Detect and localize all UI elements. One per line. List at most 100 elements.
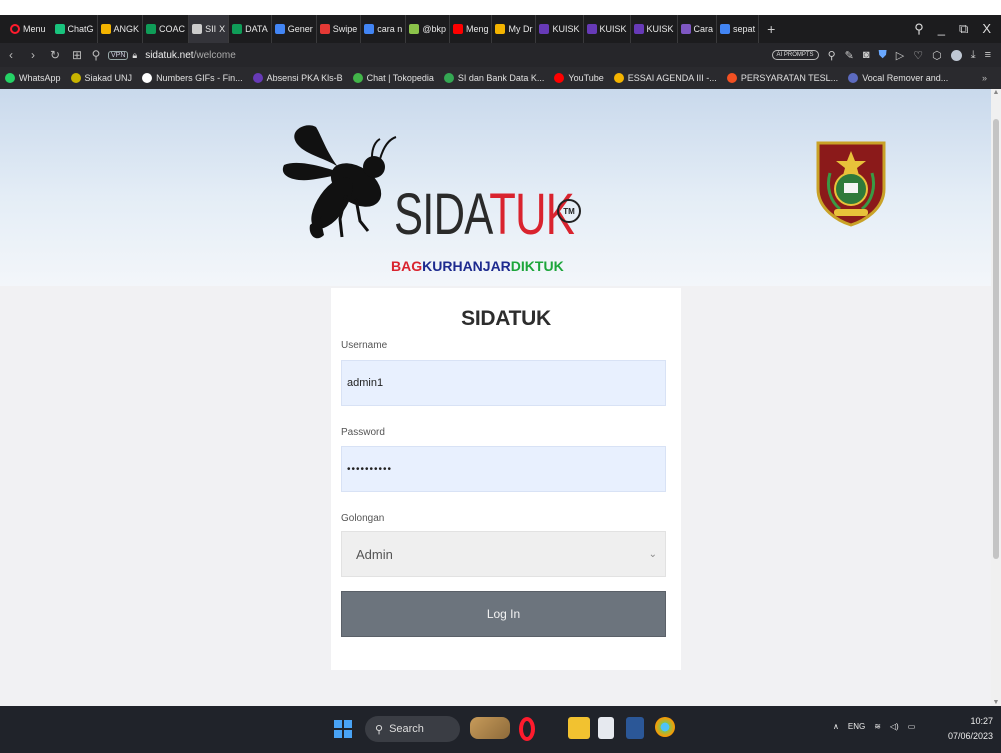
language-indicator[interactable]: ENG	[848, 722, 865, 731]
cube-icon[interactable]: ⬡	[932, 49, 942, 62]
wifi-icon[interactable]: ≋	[874, 722, 881, 731]
browser-tab[interactable]: KUISK	[584, 15, 631, 43]
ai-prompts-button[interactable]: AI PROMPTS	[771, 50, 819, 60]
tab-favicon-icon	[232, 24, 243, 34]
app-icon[interactable]	[655, 717, 675, 737]
bookmark-favicon-icon	[613, 73, 624, 83]
search-tabs-icon[interactable]: ⚲	[914, 21, 924, 37]
opera-menu-button[interactable]: Menu	[0, 15, 52, 43]
browser-tab[interactable]: ANGK	[98, 15, 144, 43]
close-tab-icon[interactable]: X	[219, 24, 225, 34]
browser-tab[interactable]: Swipe	[317, 15, 362, 43]
widgets-icon[interactable]	[470, 717, 510, 739]
tab-label: My Dr	[508, 24, 533, 34]
battery-icon[interactable]: ▭	[908, 722, 916, 731]
notepad-icon[interactable]	[598, 717, 614, 739]
username-input[interactable]: admin1	[341, 360, 666, 406]
url-host: sidatuk.net	[145, 49, 194, 61]
bookmark-item[interactable]: SI dan Bank Data K...	[439, 73, 550, 83]
browser-tab[interactable]: Meng	[450, 15, 493, 43]
tab-favicon-icon	[680, 24, 691, 34]
scroll-up-arrow-icon[interactable]: ▲	[991, 89, 1001, 96]
new-tab-button[interactable]: +	[759, 21, 783, 37]
restore-button[interactable]: ⧉	[959, 21, 968, 37]
tab-label: cara n	[377, 24, 403, 34]
tab-favicon-icon	[495, 24, 506, 34]
bookmark-label: WhatsApp	[19, 73, 61, 83]
play-icon[interactable]: ▷	[896, 49, 904, 62]
bookmark-item[interactable]: WhatsApp	[0, 73, 66, 83]
browser-tab[interactable]: COAC	[143, 15, 190, 43]
page-scrollbar[interactable]: ▲ ▼	[991, 89, 1001, 706]
tab-label: COAC	[159, 24, 186, 34]
bookmark-item[interactable]: Siakad UNJ	[66, 73, 138, 83]
browser-tab[interactable]: ChatG	[52, 15, 98, 43]
bookmark-list: WhatsApp Siakad UNJ Numbers GIFs - Fin... A…	[0, 73, 953, 83]
browser-tab[interactable]: SII X	[189, 15, 230, 43]
bookmark-favicon-icon	[726, 73, 737, 83]
tabs-grid-icon[interactable]: ⊞	[66, 48, 88, 62]
minimize-button[interactable]: _	[938, 21, 945, 37]
bookmark-favicon-icon	[142, 73, 153, 83]
taskbar-search[interactable]: ⚲ Search	[365, 716, 460, 742]
browser-tab[interactable]: @bkp	[406, 15, 450, 43]
browser-tab[interactable]: KUISK	[631, 15, 678, 43]
search-icon[interactable]: ⚲	[88, 48, 104, 62]
search-page-icon[interactable]: ⚲	[828, 49, 836, 62]
close-window-button[interactable]: X	[982, 21, 991, 37]
bookmark-label: Chat | Tokopedia	[366, 73, 434, 83]
bookmark-item[interactable]: Absensi PKA Kls-B	[248, 73, 348, 83]
download-icon[interactable]: ⤓	[971, 49, 976, 62]
address-actions: AI PROMPTS ⚲ ✎ ◙ ⛊ ▷ ♡ ⬡ ⤓ ≡	[771, 49, 1001, 62]
password-input[interactable]: ••••••••••	[341, 446, 666, 492]
windows-taskbar: ⚲ Search ∧ ENG ≋ ◁) ▭ 10:27 07/06/2023	[0, 706, 1001, 753]
bookmarks-more-button[interactable]: »	[982, 73, 1001, 83]
login-button[interactable]: Log In	[341, 591, 666, 637]
volume-icon[interactable]: ◁)	[890, 722, 899, 731]
word-icon[interactable]	[626, 717, 644, 739]
browser-tab[interactable]: My Dr	[492, 15, 537, 43]
windows-start-icon[interactable]	[334, 720, 352, 738]
edit-icon[interactable]: ✎	[845, 49, 854, 62]
shield-icon[interactable]: ⛊	[879, 49, 887, 62]
reload-icon[interactable]: ↻	[44, 48, 66, 62]
vpn-badge[interactable]: VPN	[108, 50, 129, 60]
browser-tab[interactable]: KUISK	[536, 15, 584, 43]
header-banner: SIDATUK TM BAGKURHANJARDIKTUK	[0, 89, 991, 286]
browser-tab[interactable]: cara n	[361, 15, 407, 43]
golongan-select[interactable]: Admin ⌄	[341, 531, 666, 577]
bookmark-item[interactable]: Chat | Tokopedia	[348, 73, 439, 83]
scroll-down-arrow-icon[interactable]: ▼	[991, 699, 1001, 706]
taskbar-search-label: Search	[389, 723, 424, 735]
golongan-selected-value: Admin	[356, 546, 393, 562]
heart-icon[interactable]: ♡	[913, 49, 923, 62]
browser-tab[interactable]: Gener	[272, 15, 317, 43]
opera-taskbar-icon[interactable]	[519, 717, 535, 741]
forward-icon[interactable]: ›	[22, 48, 44, 62]
bookmark-item[interactable]: YouTube	[549, 73, 608, 83]
bookmark-item[interactable]: PERSYARATAN TESL...	[722, 73, 843, 83]
clock[interactable]: 10:27 07/06/2023	[937, 714, 993, 744]
bookmark-item[interactable]: Numbers GIFs - Fin...	[137, 73, 248, 83]
browser-tab-strip: Menu ChatG ANGK COAC SII X DATA Gener Swipe cara…	[0, 15, 1001, 43]
avatar[interactable]	[950, 49, 962, 61]
browser-tab[interactable]: DATA	[229, 15, 272, 43]
easy-setup-icon[interactable]: ≡	[985, 49, 991, 61]
brand-title: SIDATUK	[394, 186, 575, 244]
bookmark-item[interactable]: ESSAI AGENDA III -...	[609, 73, 722, 83]
opera-logo-icon	[10, 24, 20, 34]
chevron-up-icon[interactable]: ∧	[833, 722, 839, 731]
file-explorer-icon[interactable]	[568, 717, 590, 739]
bookmark-favicon-icon	[5, 73, 15, 83]
browser-tab[interactable]: sepat	[717, 15, 760, 43]
subbrand-part3: DIKTUK	[510, 258, 564, 274]
url-field[interactable]: sidatuk.net/welcome	[145, 50, 236, 61]
bookmark-item[interactable]: Vocal Remover and...	[843, 73, 953, 83]
back-icon[interactable]: ‹	[0, 48, 22, 62]
tab-label: ChatG	[67, 24, 94, 34]
camera-icon[interactable]: ◙	[863, 49, 870, 61]
emblem-shield-icon	[816, 141, 886, 227]
bookmark-favicon-icon	[443, 73, 454, 83]
browser-tab[interactable]: Cara	[678, 15, 718, 43]
scrollbar-thumb[interactable]	[993, 119, 999, 559]
